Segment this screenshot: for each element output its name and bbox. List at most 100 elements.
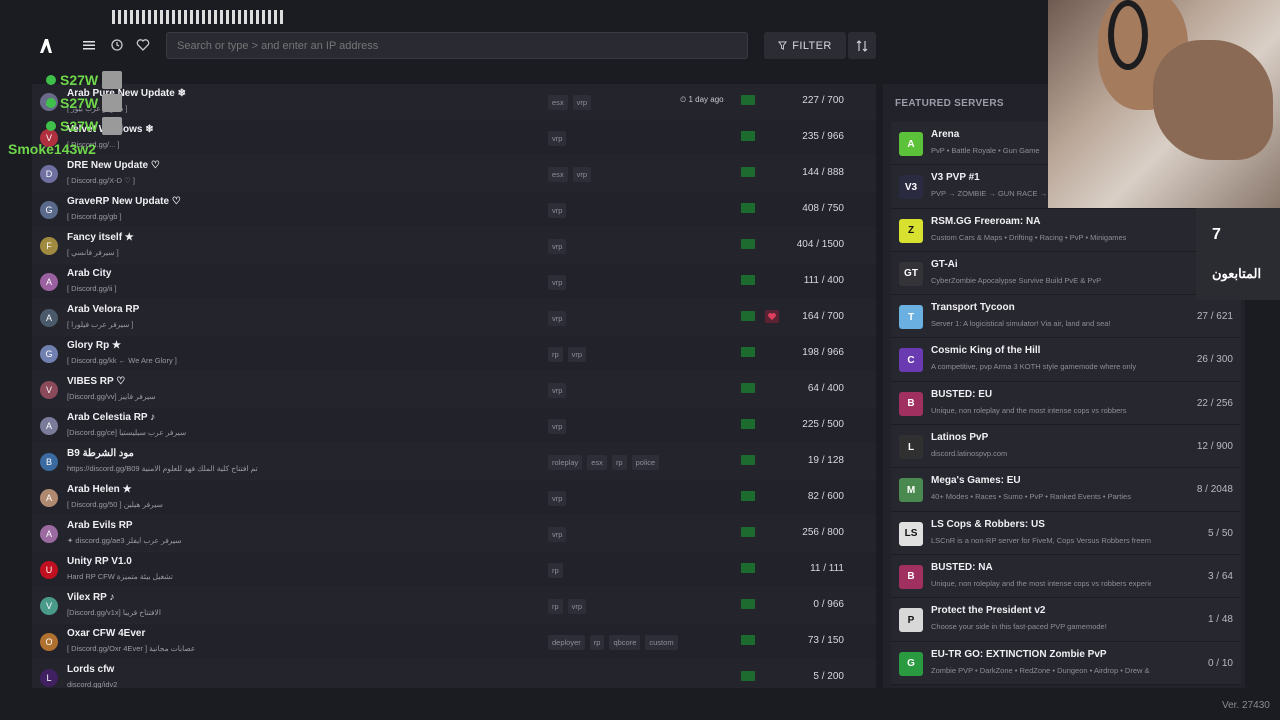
server-row[interactable]: V VIBES RP ♡ [Discord.gg/vv] سيرفر فايبز…: [32, 372, 876, 408]
chat-username: Smoke143w2: [8, 140, 96, 157]
featured-server-item[interactable]: G EU-TR GO: EXTINCTION Zombie PvP Zombie…: [891, 641, 1241, 685]
server-description: [ Discord.gg/ii ]: [67, 284, 117, 293]
featured-server-icon: L: [899, 435, 923, 460]
server-description: [Discord.gg/v1x] الافتتاح قريبا: [67, 608, 161, 617]
search-input[interactable]: [166, 32, 748, 59]
server-tag[interactable]: rp: [548, 599, 563, 614]
player-count: 11 / 111: [810, 563, 844, 574]
fivem-logo-icon[interactable]: [36, 36, 56, 56]
server-row[interactable]: G Glory Rp ★ [ Discord.gg/kk ← We Are Gl…: [32, 336, 876, 372]
server-row[interactable]: G GraveRP New Update ♡ [ Discord.gg/gb ]…: [32, 192, 876, 228]
server-row[interactable]: U Unity RP V1.0 Hard RP CFW تشغيل بيئة م…: [32, 552, 876, 588]
featured-server-name: EU-TR GO: EXTINCTION Zombie PvP: [931, 648, 1107, 660]
server-tag[interactable]: vrp: [548, 311, 567, 326]
server-tag[interactable]: vrp: [567, 599, 587, 614]
server-tag[interactable]: vrp: [548, 275, 567, 290]
server-name: Lords cfw: [67, 664, 115, 675]
server-tag[interactable]: vrp: [567, 347, 587, 362]
server-icon: A: [40, 417, 58, 435]
server-row[interactable]: O Oxar CFW 4Ever [ Discord.gg/Oxr 4Ever …: [32, 624, 876, 660]
server-tag[interactable]: vrp: [572, 95, 592, 110]
server-tag[interactable]: vrp: [572, 167, 592, 182]
server-tag[interactable]: vrp: [548, 131, 567, 146]
server-tag[interactable]: rp: [611, 455, 627, 470]
server-tag[interactable]: esx: [548, 95, 568, 110]
stream-chat-overlay: S27W S27W S27W Smoke143w2: [8, 68, 123, 160]
featured-server-item[interactable]: GT GT-Ai CyberZombie Apocalypse Survive …: [891, 251, 1241, 296]
favorites-icon[interactable]: [136, 38, 150, 52]
server-row[interactable]: A Arab Evils RP ✦ discord.gg/ae3 سيرفر ع…: [32, 516, 876, 552]
featured-server-item[interactable]: M Mega's Games: EU 40+ Modes • Races • S…: [891, 468, 1241, 512]
server-tag[interactable]: vrp: [548, 239, 567, 254]
featured-server-item[interactable]: Z RSM.GG Freeroam: NA Custom Cars & Maps…: [891, 208, 1241, 252]
server-tags: vrp: [548, 131, 567, 146]
featured-server-item[interactable]: B BUSTED: EU Unique, non roleplay and th…: [891, 381, 1241, 426]
chat-username: S27W: [60, 117, 99, 134]
featured-server-description: discord.latinospvp.com: [931, 449, 1008, 459]
favorite-heart-icon[interactable]: [765, 310, 779, 323]
featured-server-item[interactable]: LS LS Cops & Robbers: US LSCnR is a non-…: [891, 511, 1241, 555]
featured-server-item[interactable]: P Protect the President v2 Choose your s…: [891, 598, 1241, 642]
server-tag[interactable]: vrp: [548, 527, 567, 542]
followers-widget: 7 المتابعون: [1196, 208, 1280, 300]
featured-server-name: BUSTED: NA: [931, 561, 993, 573]
featured-server-description: Custom Cars & Maps • Drifting • Racing •…: [931, 232, 1127, 242]
server-tag[interactable]: police: [631, 455, 660, 470]
server-tag[interactable]: rp: [548, 347, 563, 362]
server-tag[interactable]: roleplay: [548, 455, 583, 470]
featured-server-item[interactable]: T Transport Tycoon Server 1: A logicisti…: [891, 295, 1241, 339]
featured-player-count: 26 / 300: [1196, 354, 1233, 366]
server-tag[interactable]: rp: [589, 635, 605, 650]
sort-button[interactable]: [848, 32, 876, 59]
server-row[interactable]: V Velvet Windows ❄ [ Discord.gg/... ] vr…: [32, 120, 876, 156]
server-tag[interactable]: qbcore: [609, 635, 641, 650]
server-row[interactable]: A Arab City [ Discord.gg/ii ] vrp 111 / …: [32, 264, 876, 300]
server-name: Arab Celestia RP ♪: [67, 412, 156, 423]
server-tag[interactable]: vrp: [548, 203, 567, 218]
server-tags: deployer rp qbcore custom: [548, 635, 678, 650]
server-row[interactable]: A Arab Velora RP [ سيرفر عرب فيلورا ] vr…: [32, 300, 876, 336]
filter-button[interactable]: FILTER: [764, 32, 846, 59]
server-tag[interactable]: deployer: [548, 635, 585, 650]
server-description: Hard RP CFW تشغيل بيئة متميزة: [67, 572, 173, 581]
featured-player-count: 5 / 50: [1207, 527, 1233, 539]
server-row[interactable]: V Vilex RP ♪ [Discord.gg/v1x] الافتتاح ق…: [32, 588, 876, 624]
chat-emote-icon: [102, 70, 123, 89]
server-tags: vrp: [548, 491, 567, 506]
featured-player-count: 1 / 48: [1207, 614, 1233, 626]
featured-server-item[interactable]: C Cosmic King of the Hill A competitive,…: [891, 338, 1241, 382]
featured-server-name: V3 PVP #1: [931, 172, 980, 184]
server-name: Vilex RP ♪: [67, 592, 115, 603]
server-tags: vrp: [548, 383, 567, 398]
locale-flag-icon: [741, 635, 755, 645]
server-tag[interactable]: esx: [587, 455, 607, 470]
featured-server-item[interactable]: B BUSTED: NA Unique, non roleplay and th…: [891, 554, 1241, 599]
server-tag[interactable]: vrp: [548, 491, 567, 506]
locale-flag-icon: [741, 95, 755, 105]
server-tag[interactable]: esx: [548, 167, 568, 182]
server-icon: A: [40, 309, 58, 327]
player-count: 235 / 966: [802, 131, 844, 142]
server-tag[interactable]: rp: [548, 563, 563, 578]
server-row[interactable]: L Lords cfw discord.gg/idv2 5 / 200: [32, 660, 876, 688]
menu-icon[interactable]: [82, 38, 96, 52]
server-tag[interactable]: vrp: [548, 419, 567, 434]
featured-server-item[interactable]: L Latinos PvP discord.latinospvp.com 12 …: [891, 425, 1241, 469]
server-row[interactable]: A Arab Pure New Update ❄ [ سيرفر عرب بيو…: [32, 84, 876, 120]
server-icon: V: [40, 381, 58, 399]
featured-server-name: BUSTED: EU: [931, 388, 993, 400]
player-count: 198 / 966: [802, 347, 844, 358]
server-row[interactable]: D DRE New Update ♡ [ Discord.gg/X-D ♡ ] …: [32, 156, 876, 192]
history-icon[interactable]: [110, 38, 124, 52]
server-tags: vrp: [548, 311, 567, 326]
server-row[interactable]: B B9 مود الشرطة https://discord.gg/B09 ت…: [32, 444, 876, 480]
server-row[interactable]: F Fancy itself ★ [ سيرفر فانسي ] vrp 404…: [32, 228, 876, 264]
featured-player-count: 8 / 2048: [1196, 484, 1233, 496]
server-tags: vrp: [548, 527, 567, 542]
server-row[interactable]: A Arab Celestia RP ♪ [Discord.gg/ce] سير…: [32, 408, 876, 444]
server-description: [ Discord.gg/Oxr 4Ever ] عصابات مجانية: [67, 644, 196, 653]
locale-flag-icon: [741, 527, 755, 537]
server-row[interactable]: A Arab Helen ★ [ Discord.gg/50 ] سيرفر ه…: [32, 480, 876, 516]
server-tag[interactable]: vrp: [548, 383, 567, 398]
server-tag[interactable]: custom: [645, 635, 678, 650]
